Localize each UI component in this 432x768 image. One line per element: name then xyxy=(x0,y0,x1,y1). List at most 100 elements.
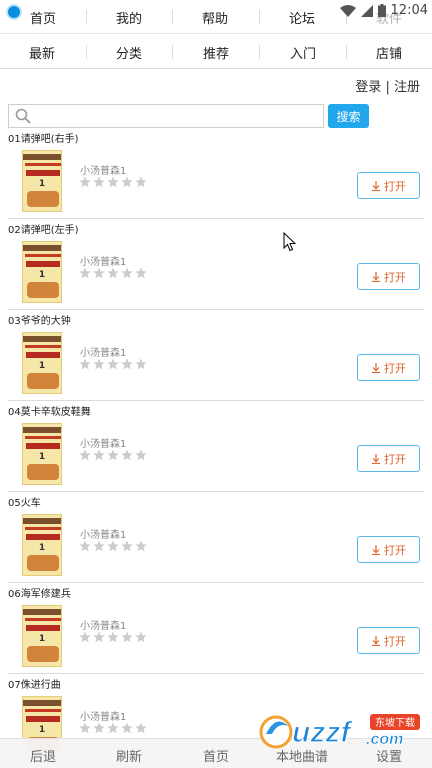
open-button[interactable]: 打开 xyxy=(357,445,420,472)
item-title[interactable]: 02请弹吧(左手) xyxy=(8,221,79,236)
topnav-help[interactable]: 帮助 xyxy=(202,8,228,27)
item-title[interactable]: 01请弹吧(右手) xyxy=(8,130,79,145)
search-box xyxy=(8,104,324,128)
topnav-mine[interactable]: 我的 xyxy=(116,8,142,27)
star-icon xyxy=(121,358,133,370)
star-icon xyxy=(135,449,147,461)
star-icon xyxy=(121,631,133,643)
rating-stars xyxy=(79,358,147,370)
star-icon xyxy=(93,540,105,552)
star-icon xyxy=(79,267,91,279)
open-button[interactable]: 打开 xyxy=(357,354,420,381)
star-icon xyxy=(135,722,147,734)
book-cover-image: 1 xyxy=(22,423,62,485)
list-item[interactable]: 02请弹吧(左手) 1 小汤普森1 打开 xyxy=(8,219,424,310)
open-button-label: 打开 xyxy=(384,270,406,284)
item-title[interactable]: 07侏进行曲 xyxy=(8,676,61,691)
item-book-name: 小汤普森1 xyxy=(80,621,127,632)
download-icon xyxy=(372,180,380,191)
open-button-label: 打开 xyxy=(384,361,406,375)
item-book-name: 小汤普森1 xyxy=(80,530,127,541)
register-link[interactable]: 注册 xyxy=(394,80,420,95)
topnav-forum[interactable]: 论坛 xyxy=(289,8,315,27)
item-title[interactable]: 06海军修建兵 xyxy=(8,585,71,600)
uzzf-watermark-logo: uzzf .com 东坡下载 xyxy=(259,714,420,750)
auth-links: 登录 | 注册 xyxy=(355,76,420,95)
watermark-tag: 东坡下载 xyxy=(375,716,415,729)
star-icon xyxy=(79,449,91,461)
topnav-home[interactable]: 首页 xyxy=(30,8,56,27)
list-item[interactable]: 06海军修建兵 1 小汤普森1 打开 xyxy=(8,583,424,674)
login-link[interactable]: 登录 xyxy=(355,80,381,95)
star-icon xyxy=(107,631,119,643)
book-cover-image: 1 xyxy=(22,332,62,394)
list-item[interactable]: 04莫卡辛软皮鞋舞 1 小汤普森1 打开 xyxy=(8,401,424,492)
search-button[interactable]: 搜索 xyxy=(328,104,369,128)
star-icon xyxy=(107,540,119,552)
star-icon xyxy=(93,267,105,279)
rating-stars xyxy=(79,631,147,643)
star-icon xyxy=(135,267,147,279)
rating-stars xyxy=(79,449,147,461)
star-icon xyxy=(79,176,91,188)
open-button[interactable]: 打开 xyxy=(357,172,420,199)
tab-store[interactable]: 店铺 xyxy=(376,43,402,62)
star-icon xyxy=(135,176,147,188)
tab-recommended[interactable]: 推荐 xyxy=(203,43,229,62)
star-icon xyxy=(121,540,133,552)
download-icon xyxy=(372,271,380,282)
open-button[interactable]: 打开 xyxy=(357,536,420,563)
star-icon xyxy=(107,449,119,461)
star-icon xyxy=(79,722,91,734)
open-button-label: 打开 xyxy=(384,543,406,557)
cover-number: 1 xyxy=(38,361,46,371)
star-icon xyxy=(79,631,91,643)
star-icon xyxy=(79,540,91,552)
tab-latest[interactable]: 最新 xyxy=(29,43,55,62)
divider xyxy=(86,10,87,24)
item-title[interactable]: 03爷爷的大钟 xyxy=(8,312,71,327)
tab-beginner[interactable]: 入门 xyxy=(290,43,316,62)
home-button[interactable]: 首页 xyxy=(203,746,229,765)
open-button[interactable]: 打开 xyxy=(357,263,420,290)
back-button[interactable]: 后退 xyxy=(30,746,56,765)
star-icon xyxy=(107,176,119,188)
watermark-text: uzzf xyxy=(292,716,353,749)
rating-stars xyxy=(79,267,147,279)
cover-number: 1 xyxy=(38,270,46,280)
clock: 12:04 xyxy=(390,3,428,18)
star-icon xyxy=(93,722,105,734)
list-item[interactable]: 03爷爷的大钟 1 小汤普森1 打开 xyxy=(8,310,424,401)
refresh-button[interactable]: 刷新 xyxy=(116,746,142,765)
item-book-name: 小汤普森1 xyxy=(80,166,127,177)
star-icon xyxy=(107,722,119,734)
tab-categories[interactable]: 分类 xyxy=(116,43,142,62)
star-icon xyxy=(93,358,105,370)
divider xyxy=(86,45,87,59)
rating-stars xyxy=(79,540,147,552)
rating-stars xyxy=(79,176,147,188)
star-icon xyxy=(135,540,147,552)
list-item[interactable]: 01请弹吧(右手) 1 小汤普森1 打开 xyxy=(8,128,424,219)
cover-number: 1 xyxy=(38,543,46,553)
battery-icon xyxy=(377,4,386,17)
book-cover-image: 1 xyxy=(22,605,62,667)
open-button-label: 打开 xyxy=(384,634,406,648)
star-icon xyxy=(79,358,91,370)
open-button[interactable]: 打开 xyxy=(357,627,420,654)
star-icon xyxy=(93,631,105,643)
list-item[interactable]: 05火车 1 小汤普森1 打开 xyxy=(8,492,424,583)
divider xyxy=(172,45,173,59)
divider xyxy=(259,10,260,24)
signal-icon xyxy=(360,4,373,17)
mouse-cursor-icon xyxy=(283,232,297,252)
book-cover-image: 1 xyxy=(22,514,62,576)
item-book-name: 小汤普森1 xyxy=(80,439,127,450)
download-icon xyxy=(372,453,380,464)
star-icon xyxy=(107,267,119,279)
download-icon xyxy=(372,544,380,555)
divider xyxy=(259,45,260,59)
item-title[interactable]: 04莫卡辛软皮鞋舞 xyxy=(8,403,91,418)
search-input[interactable] xyxy=(9,105,323,127)
item-title[interactable]: 05火车 xyxy=(8,494,41,509)
